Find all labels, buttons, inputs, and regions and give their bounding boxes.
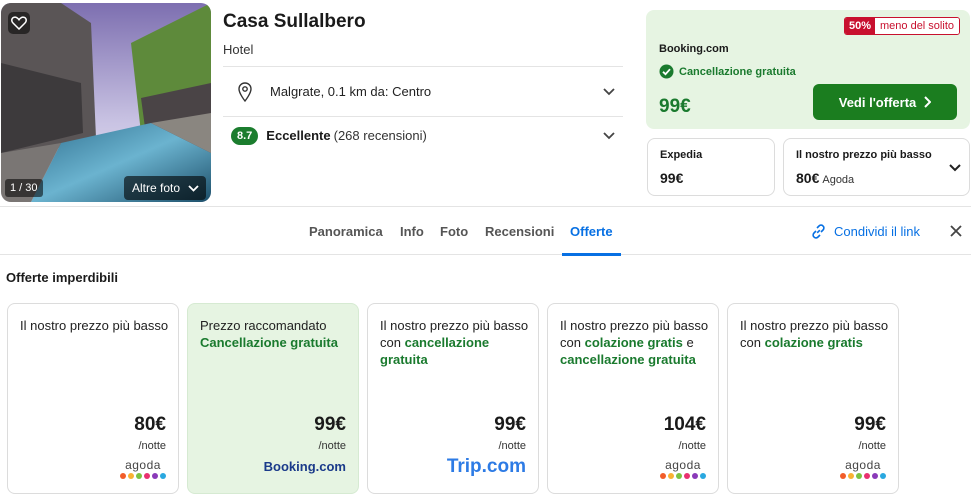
tab-bar: Panoramica Info Foto Recensioni Offerte … [0, 206, 971, 256]
agoda-logo: agoda [120, 459, 166, 479]
hotel-type: Hotel [223, 42, 254, 57]
logo-dot [120, 473, 126, 479]
offer-card[interactable]: Il nostro prezzo più basso con colazione… [547, 303, 719, 494]
offer-description: Il nostro prezzo più basso con colazione… [560, 318, 709, 367]
chevron-down-icon [949, 164, 961, 172]
score-badge: 8.7 [231, 126, 259, 145]
discount-percent: 50% [844, 18, 875, 34]
photo-counter: 1 / 30 [5, 179, 43, 197]
pool-image [1, 3, 211, 202]
agoda-logo: agoda [840, 459, 886, 479]
alt-offer-title: Expedia [660, 149, 703, 161]
heart-icon [11, 16, 27, 30]
offer-description: Prezzo raccomandato Cancellazione gratuit… [200, 318, 338, 350]
offer-per-night: /notte [138, 440, 166, 452]
best-offer-card[interactable]: 50% meno del solito Booking.com Cancella… [646, 10, 970, 129]
alt-offer-expedia[interactable]: Expedia 99€ [647, 138, 775, 196]
booking-logo: Booking.com [263, 459, 346, 474]
discount-badge: 50% meno del solito [843, 17, 960, 35]
offer-per-night: /notte [858, 440, 886, 452]
agoda-dots [840, 473, 886, 479]
tripcom-logo: Trip.com [446, 456, 526, 477]
logo-dot [684, 473, 690, 479]
alt-offer-provider: Agoda [822, 174, 855, 186]
favorite-button[interactable] [8, 12, 30, 34]
rating-row[interactable]: 8.7 Eccellente (268 recensioni) [223, 116, 623, 154]
offer-card[interactable]: Il nostro prezzo più basso 80€ /notte ag… [7, 303, 179, 494]
best-offer-price: 99€ [659, 96, 691, 117]
alt-offer-price: 99€ [660, 170, 684, 186]
agoda-dots [660, 473, 706, 479]
logo-dot [144, 473, 150, 479]
free-cancellation: Cancellazione gratuita [659, 64, 796, 79]
logo-dot [676, 473, 682, 479]
offer-price: 80€ [134, 414, 166, 435]
offer-card[interactable]: Il nostro prezzo più basso con colazione… [727, 303, 899, 494]
tab-info[interactable]: Info [400, 207, 424, 255]
alt-offer-price-row: 80€ Agoda [796, 170, 854, 186]
offer-per-night: /notte [318, 440, 346, 452]
alt-offer-title: Il nostro prezzo più basso [796, 149, 932, 161]
link-icon [812, 223, 825, 239]
logo-dot [880, 473, 886, 479]
offer-price: 99€ [854, 414, 886, 435]
chevron-down-icon [603, 131, 615, 139]
more-photos-label: Altre foto [132, 181, 181, 195]
tab-photos[interactable]: Foto [440, 207, 468, 255]
logo-dot [160, 473, 166, 479]
check-circle-icon [659, 64, 674, 79]
logo-dot [152, 473, 158, 479]
logo-dot [136, 473, 142, 479]
offer-description: Il nostro prezzo più basso con colazione… [740, 318, 889, 350]
share-link-button[interactable]: Condividi il link [811, 207, 920, 255]
offer-description: Il nostro prezzo più basso con cancellaz… [380, 318, 529, 367]
alt-offer-lowest[interactable]: Il nostro prezzo più basso 80€ Agoda [783, 138, 970, 196]
offer-card[interactable]: Il nostro prezzo più basso con cancellaz… [367, 303, 539, 494]
logo-dot [848, 473, 854, 479]
tab-offers[interactable]: Offerte [562, 207, 621, 256]
offer-card-recommended[interactable]: Prezzo raccomandato Cancellazione gratuit… [187, 303, 359, 494]
rating-word: Eccellente [266, 128, 331, 143]
section-title: Offerte imperdibili [6, 270, 118, 285]
alt-offer-price: 80€ [796, 170, 820, 186]
logo-dot [840, 473, 846, 479]
discount-text: meno del solito [875, 18, 959, 34]
more-photos-button[interactable]: Altre foto [124, 176, 206, 200]
logo-dot [128, 473, 134, 479]
best-offer-provider: Booking.com [659, 43, 729, 55]
logo-dot [660, 473, 666, 479]
hotel-photo[interactable]: 1 / 30 Altre foto [1, 3, 211, 202]
logo-dot [872, 473, 878, 479]
location-text: Malgrate, 0.1 km da: Centro [270, 84, 432, 99]
view-offer-label: Vedi l'offerta [838, 94, 917, 110]
free-cancellation-label: Cancellazione gratuita [679, 65, 796, 78]
offer-per-night: /notte [498, 440, 526, 452]
chevron-down-icon [603, 87, 615, 95]
rating-count: (268 recensioni) [333, 128, 427, 143]
logo-dot [856, 473, 862, 479]
offer-per-night: /notte [678, 440, 706, 452]
map-pin-icon [238, 81, 252, 102]
tab-overview[interactable]: Panoramica [309, 207, 383, 255]
logo-dot [692, 473, 698, 479]
offer-description: Il nostro prezzo più basso [20, 318, 169, 333]
view-offer-button[interactable]: Vedi l'offerta [813, 84, 957, 120]
offer-price: 99€ [494, 414, 526, 435]
share-link-label: Condividi il link [834, 223, 920, 239]
chevron-down-icon [188, 184, 199, 192]
logo-dot [668, 473, 674, 479]
agoda-logo: agoda [660, 459, 706, 479]
logo-dot [700, 473, 706, 479]
chevron-right-icon [924, 96, 932, 108]
hotel-name: Casa Sullalbero [223, 11, 366, 32]
close-icon[interactable] [948, 223, 964, 239]
location-row[interactable]: Malgrate, 0.1 km da: Centro [223, 66, 623, 116]
logo-dot [864, 473, 870, 479]
tab-reviews[interactable]: Recensioni [485, 207, 554, 255]
offer-price: 99€ [314, 414, 346, 435]
agoda-dots [120, 473, 166, 479]
offer-price: 104€ [663, 414, 706, 435]
